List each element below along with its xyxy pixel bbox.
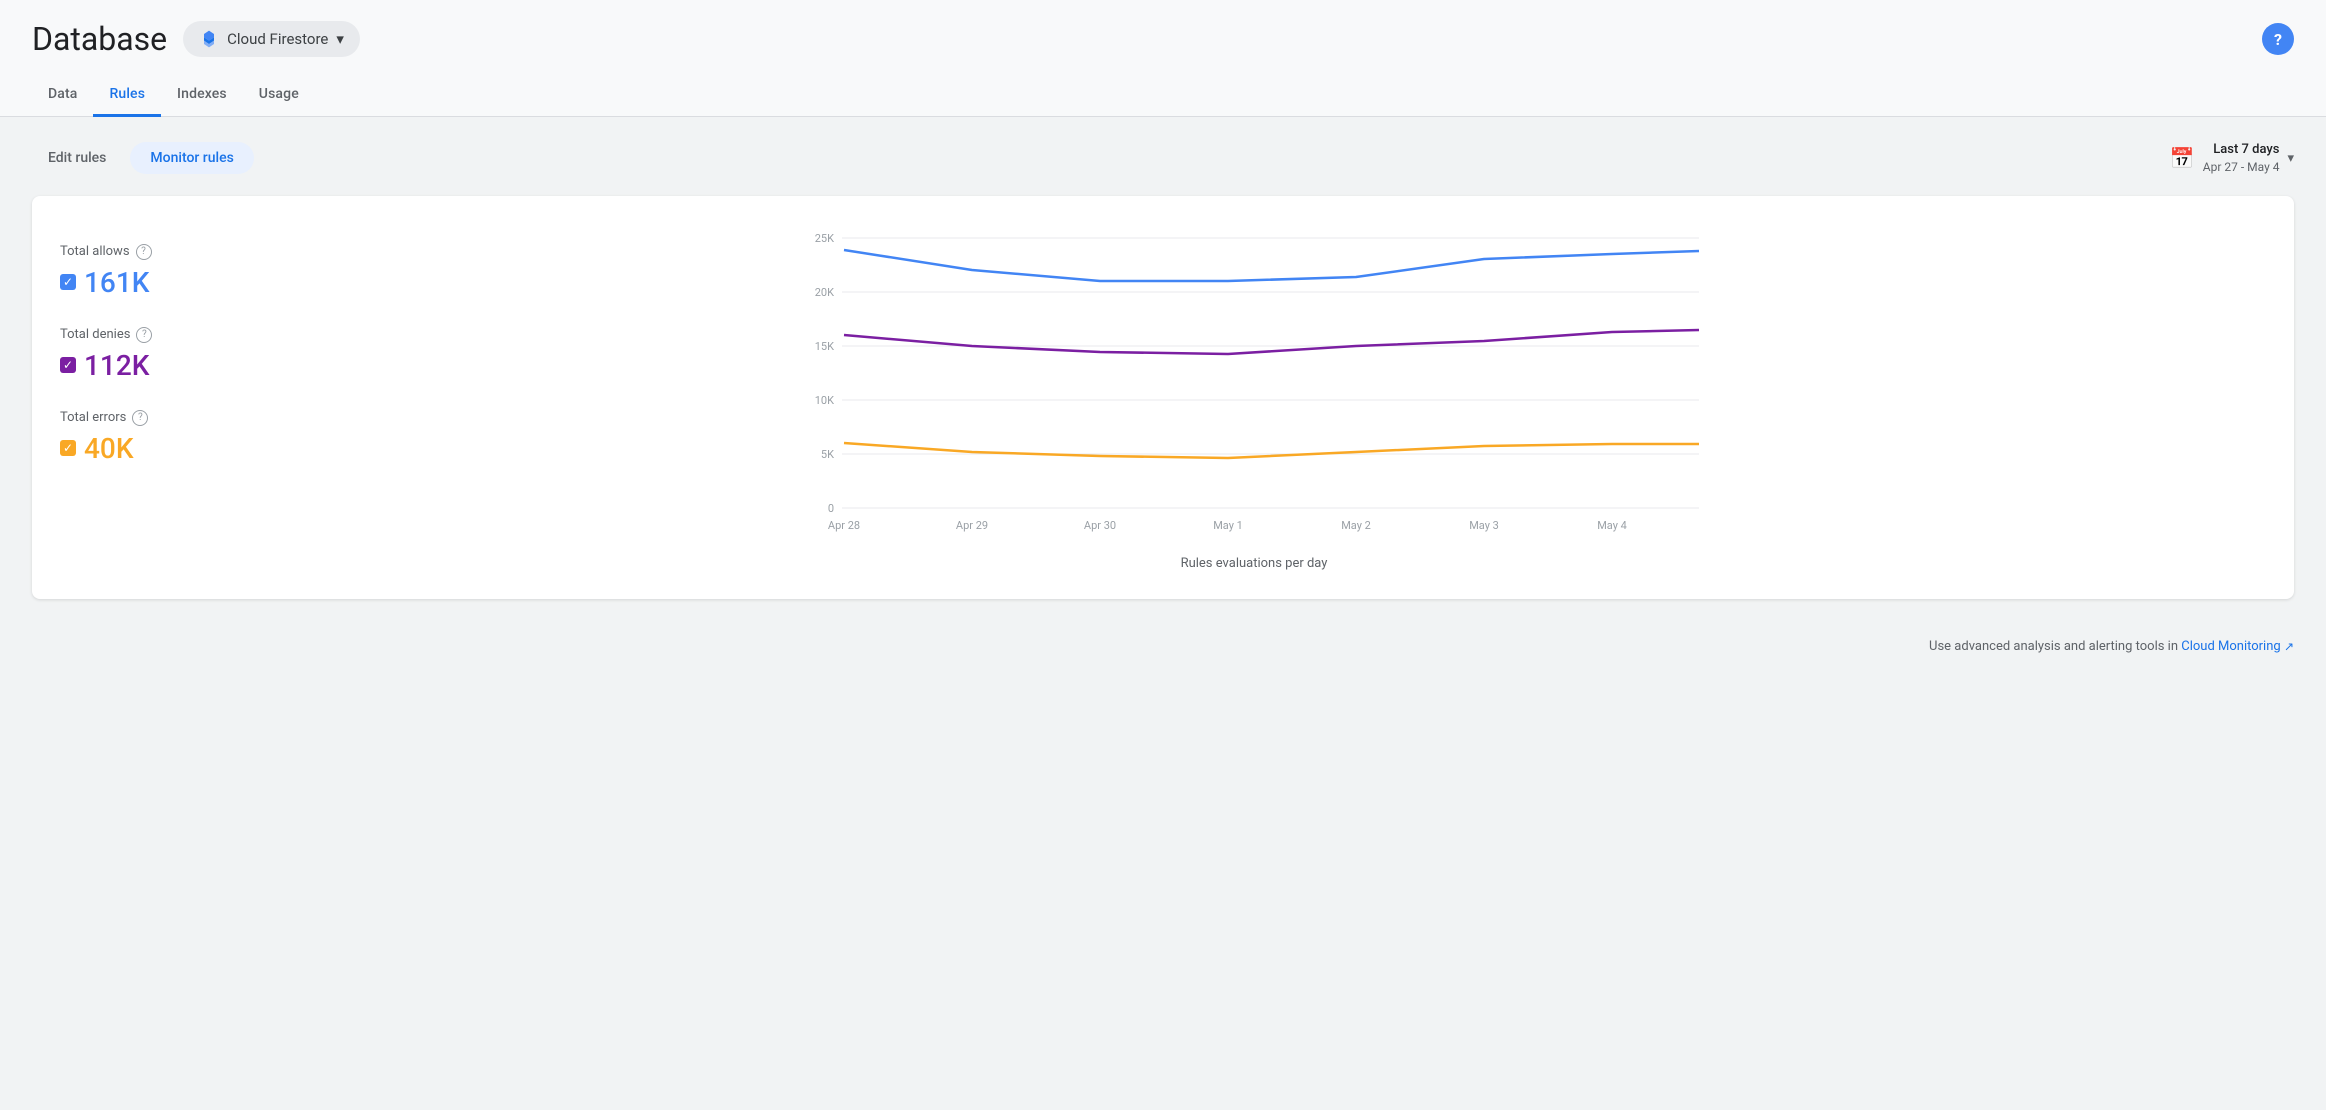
tab-data[interactable]: Data bbox=[32, 74, 93, 117]
help-button[interactable]: ? bbox=[2262, 23, 2294, 55]
cloud-monitoring-link[interactable]: Cloud Monitoring ↗ bbox=[2181, 639, 2294, 654]
legend-label-text-allows: Total allows bbox=[60, 244, 130, 259]
denies-count: 112K bbox=[84, 349, 149, 382]
svg-text:May 2: May 2 bbox=[1341, 519, 1371, 532]
tab-indexes[interactable]: Indexes bbox=[161, 74, 243, 117]
calendar-icon: 📅 bbox=[2170, 146, 2195, 170]
chart-svg: 25K 20K 15K 10K 5K 0 bbox=[242, 224, 2266, 548]
svg-text:20K: 20K bbox=[815, 286, 834, 299]
help-denies-icon[interactable]: ? bbox=[136, 327, 152, 343]
help-allows-icon[interactable]: ? bbox=[136, 244, 152, 260]
svg-text:Apr 28: Apr 28 bbox=[828, 519, 860, 532]
footer-text: Use advanced analysis and alerting tools… bbox=[1929, 639, 2178, 654]
toolbar: Edit rules Monitor rules 📅 Last 7 days A… bbox=[32, 141, 2294, 176]
date-range-sub: Apr 27 - May 4 bbox=[2203, 159, 2280, 176]
svg-text:Apr 30: Apr 30 bbox=[1084, 519, 1116, 532]
svg-text:15K: 15K bbox=[815, 340, 834, 353]
date-range-main: Last 7 days bbox=[2203, 141, 2280, 159]
chart-area: 25K 20K 15K 10K 5K 0 bbox=[242, 224, 2266, 571]
line-chart: 25K 20K 15K 10K 5K 0 bbox=[242, 224, 2266, 544]
main-content: Edit rules Monitor rules 📅 Last 7 days A… bbox=[0, 117, 2326, 623]
legend-value-errors: ✓ 40K bbox=[60, 432, 210, 465]
legend-value-denies: ✓ 112K bbox=[60, 349, 210, 382]
date-text: Last 7 days Apr 27 - May 4 bbox=[2203, 141, 2280, 176]
svg-text:Apr 29: Apr 29 bbox=[956, 519, 988, 532]
legend-item-denies: Total denies ? ✓ 112K bbox=[60, 327, 210, 382]
toolbar-right: 📅 Last 7 days Apr 27 - May 4 ▾ bbox=[2170, 141, 2294, 176]
external-link-icon: ↗ bbox=[2284, 640, 2294, 654]
legend-item-allows: Total allows ? ✓ 161K bbox=[60, 244, 210, 299]
header-left: Database Cloud Firestore ▾ bbox=[32, 20, 360, 58]
allows-count: 161K bbox=[84, 266, 149, 299]
chart-card: Total allows ? ✓ 161K Total denies ? ✓ bbox=[32, 196, 2294, 599]
tab-usage[interactable]: Usage bbox=[243, 74, 315, 117]
legend-label-errors: Total errors ? bbox=[60, 410, 210, 426]
svg-text:5K: 5K bbox=[821, 448, 834, 461]
allows-checkbox[interactable]: ✓ bbox=[60, 274, 76, 290]
tab-rules[interactable]: Rules bbox=[93, 74, 161, 117]
service-selector[interactable]: Cloud Firestore ▾ bbox=[183, 21, 360, 57]
svg-text:10K: 10K bbox=[815, 394, 834, 407]
legend-value-allows: ✓ 161K bbox=[60, 266, 210, 299]
svg-text:25K: 25K bbox=[815, 232, 834, 245]
legend-label-text-denies: Total denies bbox=[60, 327, 130, 342]
chart-x-axis-label: Rules evaluations per day bbox=[242, 556, 2266, 571]
toolbar-left: Edit rules Monitor rules bbox=[32, 142, 254, 174]
errors-checkbox[interactable]: ✓ bbox=[60, 440, 76, 456]
header-top: Database Cloud Firestore ▾ ? bbox=[32, 20, 2294, 58]
errors-count: 40K bbox=[84, 432, 134, 465]
edit-rules-button[interactable]: Edit rules bbox=[32, 142, 122, 174]
svg-text:0: 0 bbox=[828, 502, 834, 515]
firestore-icon bbox=[199, 29, 219, 49]
svg-text:May 4: May 4 bbox=[1597, 519, 1627, 532]
page-header: Database Cloud Firestore ▾ ? Data Rules … bbox=[0, 0, 2326, 117]
denies-checkbox[interactable]: ✓ bbox=[60, 357, 76, 373]
monitor-rules-button[interactable]: Monitor rules bbox=[130, 142, 253, 174]
date-range-picker[interactable]: 📅 Last 7 days Apr 27 - May 4 ▾ bbox=[2170, 141, 2294, 176]
svg-text:May 3: May 3 bbox=[1469, 519, 1499, 532]
legend-label-text-errors: Total errors bbox=[60, 410, 126, 425]
page-title: Database bbox=[32, 20, 167, 58]
help-errors-icon[interactable]: ? bbox=[132, 410, 148, 426]
legend-item-errors: Total errors ? ✓ 40K bbox=[60, 410, 210, 465]
chevron-down-icon: ▾ bbox=[2287, 151, 2294, 166]
legend-label-allows: Total allows ? bbox=[60, 244, 210, 260]
chart-layout: Total allows ? ✓ 161K Total denies ? ✓ bbox=[60, 224, 2266, 571]
service-name: Cloud Firestore bbox=[227, 30, 328, 48]
svg-text:May 1: May 1 bbox=[1213, 519, 1243, 532]
legend-label-denies: Total denies ? bbox=[60, 327, 210, 343]
chart-legend: Total allows ? ✓ 161K Total denies ? ✓ bbox=[60, 224, 210, 465]
chevron-down-icon: ▾ bbox=[336, 30, 344, 48]
footer: Use advanced analysis and alerting tools… bbox=[0, 623, 2326, 670]
main-tabs: Data Rules Indexes Usage bbox=[32, 74, 2294, 116]
